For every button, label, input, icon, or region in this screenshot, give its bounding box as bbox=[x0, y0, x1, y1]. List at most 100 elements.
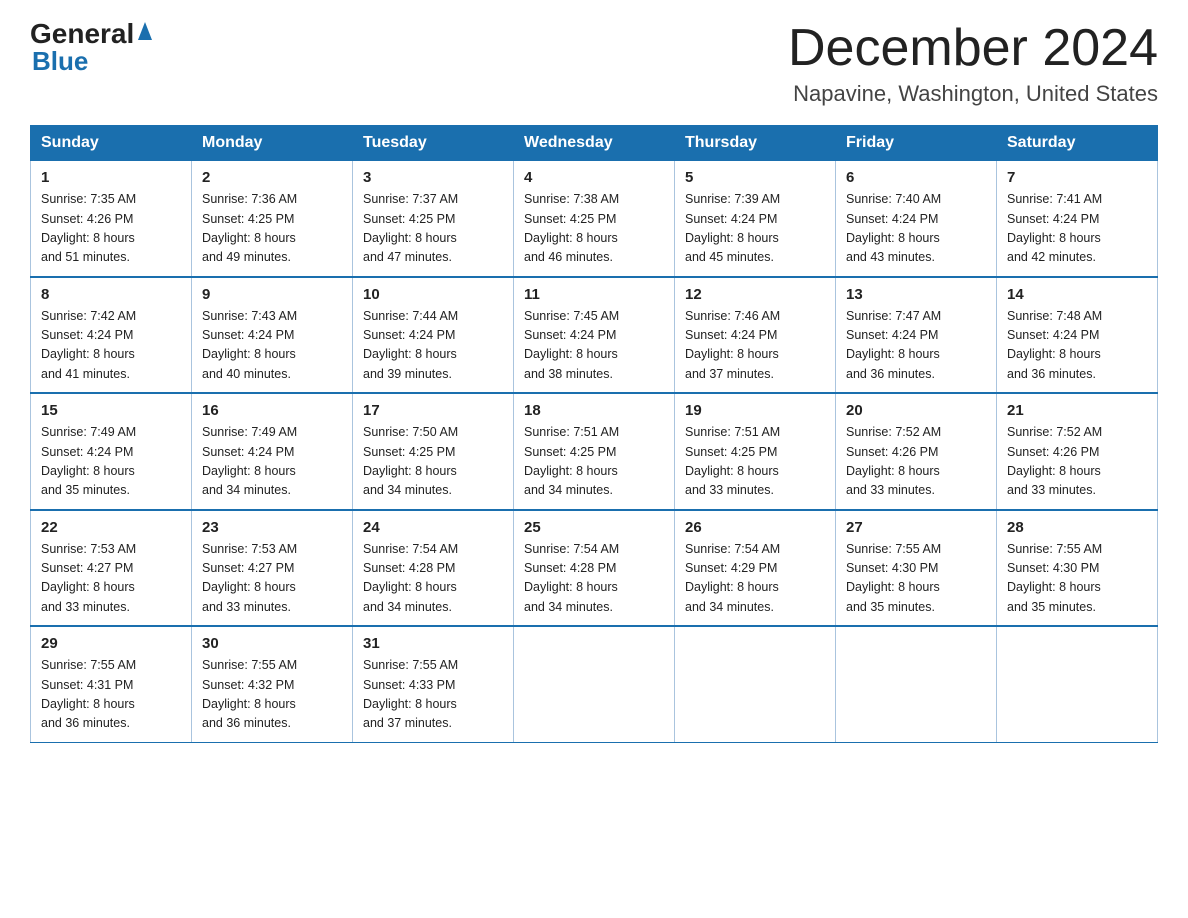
day-info: Sunrise: 7:54 AM Sunset: 4:28 PM Dayligh… bbox=[524, 540, 664, 618]
day-number: 26 bbox=[685, 519, 825, 536]
day-number: 29 bbox=[41, 635, 181, 652]
day-number: 3 bbox=[363, 169, 503, 186]
col-header-wednesday: Wednesday bbox=[514, 126, 675, 161]
day-number: 2 bbox=[202, 169, 342, 186]
calendar-week-row: 15 Sunrise: 7:49 AM Sunset: 4:24 PM Dayl… bbox=[31, 393, 1158, 510]
day-info: Sunrise: 7:37 AM Sunset: 4:25 PM Dayligh… bbox=[363, 190, 503, 268]
logo-general-text: General bbox=[30, 20, 134, 48]
col-header-tuesday: Tuesday bbox=[353, 126, 514, 161]
calendar-cell: 4 Sunrise: 7:38 AM Sunset: 4:25 PM Dayli… bbox=[514, 161, 675, 277]
day-number: 10 bbox=[363, 286, 503, 303]
day-number: 23 bbox=[202, 519, 342, 536]
day-number: 30 bbox=[202, 635, 342, 652]
calendar-cell: 5 Sunrise: 7:39 AM Sunset: 4:24 PM Dayli… bbox=[675, 161, 836, 277]
day-number: 17 bbox=[363, 402, 503, 419]
calendar-cell bbox=[675, 626, 836, 742]
calendar-cell: 3 Sunrise: 7:37 AM Sunset: 4:25 PM Dayli… bbox=[353, 161, 514, 277]
day-info: Sunrise: 7:51 AM Sunset: 4:25 PM Dayligh… bbox=[685, 423, 825, 501]
day-info: Sunrise: 7:55 AM Sunset: 4:32 PM Dayligh… bbox=[202, 656, 342, 734]
day-number: 20 bbox=[846, 402, 986, 419]
calendar-week-row: 8 Sunrise: 7:42 AM Sunset: 4:24 PM Dayli… bbox=[31, 277, 1158, 394]
calendar-week-row: 22 Sunrise: 7:53 AM Sunset: 4:27 PM Dayl… bbox=[31, 510, 1158, 627]
day-info: Sunrise: 7:44 AM Sunset: 4:24 PM Dayligh… bbox=[363, 307, 503, 385]
calendar-cell: 28 Sunrise: 7:55 AM Sunset: 4:30 PM Dayl… bbox=[997, 510, 1158, 627]
calendar-cell: 9 Sunrise: 7:43 AM Sunset: 4:24 PM Dayli… bbox=[192, 277, 353, 394]
day-info: Sunrise: 7:54 AM Sunset: 4:28 PM Dayligh… bbox=[363, 540, 503, 618]
day-number: 24 bbox=[363, 519, 503, 536]
day-number: 5 bbox=[685, 169, 825, 186]
calendar-week-row: 29 Sunrise: 7:55 AM Sunset: 4:31 PM Dayl… bbox=[31, 626, 1158, 742]
logo-triangle-icon bbox=[136, 20, 154, 42]
calendar-cell: 14 Sunrise: 7:48 AM Sunset: 4:24 PM Dayl… bbox=[997, 277, 1158, 394]
month-title: December 2024 bbox=[788, 20, 1158, 77]
day-info: Sunrise: 7:36 AM Sunset: 4:25 PM Dayligh… bbox=[202, 190, 342, 268]
calendar-cell: 26 Sunrise: 7:54 AM Sunset: 4:29 PM Dayl… bbox=[675, 510, 836, 627]
day-info: Sunrise: 7:39 AM Sunset: 4:24 PM Dayligh… bbox=[685, 190, 825, 268]
calendar-cell bbox=[514, 626, 675, 742]
day-number: 18 bbox=[524, 402, 664, 419]
calendar-cell: 8 Sunrise: 7:42 AM Sunset: 4:24 PM Dayli… bbox=[31, 277, 192, 394]
col-header-saturday: Saturday bbox=[997, 126, 1158, 161]
calendar-week-row: 1 Sunrise: 7:35 AM Sunset: 4:26 PM Dayli… bbox=[31, 161, 1158, 277]
day-number: 7 bbox=[1007, 169, 1147, 186]
day-info: Sunrise: 7:38 AM Sunset: 4:25 PM Dayligh… bbox=[524, 190, 664, 268]
day-number: 19 bbox=[685, 402, 825, 419]
day-info: Sunrise: 7:53 AM Sunset: 4:27 PM Dayligh… bbox=[41, 540, 181, 618]
day-number: 21 bbox=[1007, 402, 1147, 419]
calendar-cell: 31 Sunrise: 7:55 AM Sunset: 4:33 PM Dayl… bbox=[353, 626, 514, 742]
calendar-cell: 22 Sunrise: 7:53 AM Sunset: 4:27 PM Dayl… bbox=[31, 510, 192, 627]
calendar-cell: 11 Sunrise: 7:45 AM Sunset: 4:24 PM Dayl… bbox=[514, 277, 675, 394]
day-info: Sunrise: 7:41 AM Sunset: 4:24 PM Dayligh… bbox=[1007, 190, 1147, 268]
day-info: Sunrise: 7:55 AM Sunset: 4:30 PM Dayligh… bbox=[846, 540, 986, 618]
day-info: Sunrise: 7:40 AM Sunset: 4:24 PM Dayligh… bbox=[846, 190, 986, 268]
calendar-cell: 21 Sunrise: 7:52 AM Sunset: 4:26 PM Dayl… bbox=[997, 393, 1158, 510]
calendar-cell: 10 Sunrise: 7:44 AM Sunset: 4:24 PM Dayl… bbox=[353, 277, 514, 394]
calendar-cell: 18 Sunrise: 7:51 AM Sunset: 4:25 PM Dayl… bbox=[514, 393, 675, 510]
day-number: 6 bbox=[846, 169, 986, 186]
day-number: 11 bbox=[524, 286, 664, 303]
day-number: 13 bbox=[846, 286, 986, 303]
calendar-cell: 24 Sunrise: 7:54 AM Sunset: 4:28 PM Dayl… bbox=[353, 510, 514, 627]
calendar-cell: 19 Sunrise: 7:51 AM Sunset: 4:25 PM Dayl… bbox=[675, 393, 836, 510]
day-info: Sunrise: 7:35 AM Sunset: 4:26 PM Dayligh… bbox=[41, 190, 181, 268]
calendar-cell: 13 Sunrise: 7:47 AM Sunset: 4:24 PM Dayl… bbox=[836, 277, 997, 394]
calendar-cell: 27 Sunrise: 7:55 AM Sunset: 4:30 PM Dayl… bbox=[836, 510, 997, 627]
day-info: Sunrise: 7:52 AM Sunset: 4:26 PM Dayligh… bbox=[1007, 423, 1147, 501]
day-number: 15 bbox=[41, 402, 181, 419]
day-info: Sunrise: 7:47 AM Sunset: 4:24 PM Dayligh… bbox=[846, 307, 986, 385]
day-info: Sunrise: 7:46 AM Sunset: 4:24 PM Dayligh… bbox=[685, 307, 825, 385]
day-number: 16 bbox=[202, 402, 342, 419]
day-number: 14 bbox=[1007, 286, 1147, 303]
day-number: 9 bbox=[202, 286, 342, 303]
calendar-cell: 20 Sunrise: 7:52 AM Sunset: 4:26 PM Dayl… bbox=[836, 393, 997, 510]
calendar-cell bbox=[836, 626, 997, 742]
day-info: Sunrise: 7:53 AM Sunset: 4:27 PM Dayligh… bbox=[202, 540, 342, 618]
day-info: Sunrise: 7:55 AM Sunset: 4:33 PM Dayligh… bbox=[363, 656, 503, 734]
day-info: Sunrise: 7:55 AM Sunset: 4:31 PM Dayligh… bbox=[41, 656, 181, 734]
calendar-cell: 1 Sunrise: 7:35 AM Sunset: 4:26 PM Dayli… bbox=[31, 161, 192, 277]
calendar-table: SundayMondayTuesdayWednesdayThursdayFrid… bbox=[30, 125, 1158, 743]
day-info: Sunrise: 7:43 AM Sunset: 4:24 PM Dayligh… bbox=[202, 307, 342, 385]
calendar-cell: 2 Sunrise: 7:36 AM Sunset: 4:25 PM Dayli… bbox=[192, 161, 353, 277]
calendar-cell: 7 Sunrise: 7:41 AM Sunset: 4:24 PM Dayli… bbox=[997, 161, 1158, 277]
day-number: 8 bbox=[41, 286, 181, 303]
day-info: Sunrise: 7:42 AM Sunset: 4:24 PM Dayligh… bbox=[41, 307, 181, 385]
logo: General Blue bbox=[30, 20, 154, 74]
calendar-header-row: SundayMondayTuesdayWednesdayThursdayFrid… bbox=[31, 126, 1158, 161]
day-number: 1 bbox=[41, 169, 181, 186]
calendar-cell: 25 Sunrise: 7:54 AM Sunset: 4:28 PM Dayl… bbox=[514, 510, 675, 627]
col-header-thursday: Thursday bbox=[675, 126, 836, 161]
calendar-cell: 12 Sunrise: 7:46 AM Sunset: 4:24 PM Dayl… bbox=[675, 277, 836, 394]
day-info: Sunrise: 7:49 AM Sunset: 4:24 PM Dayligh… bbox=[41, 423, 181, 501]
logo-blue-text: Blue bbox=[30, 48, 154, 74]
day-info: Sunrise: 7:48 AM Sunset: 4:24 PM Dayligh… bbox=[1007, 307, 1147, 385]
day-number: 22 bbox=[41, 519, 181, 536]
day-info: Sunrise: 7:50 AM Sunset: 4:25 PM Dayligh… bbox=[363, 423, 503, 501]
calendar-cell: 16 Sunrise: 7:49 AM Sunset: 4:24 PM Dayl… bbox=[192, 393, 353, 510]
day-number: 27 bbox=[846, 519, 986, 536]
calendar-cell: 29 Sunrise: 7:55 AM Sunset: 4:31 PM Dayl… bbox=[31, 626, 192, 742]
calendar-cell: 6 Sunrise: 7:40 AM Sunset: 4:24 PM Dayli… bbox=[836, 161, 997, 277]
day-number: 31 bbox=[363, 635, 503, 652]
day-info: Sunrise: 7:49 AM Sunset: 4:24 PM Dayligh… bbox=[202, 423, 342, 501]
col-header-sunday: Sunday bbox=[31, 126, 192, 161]
